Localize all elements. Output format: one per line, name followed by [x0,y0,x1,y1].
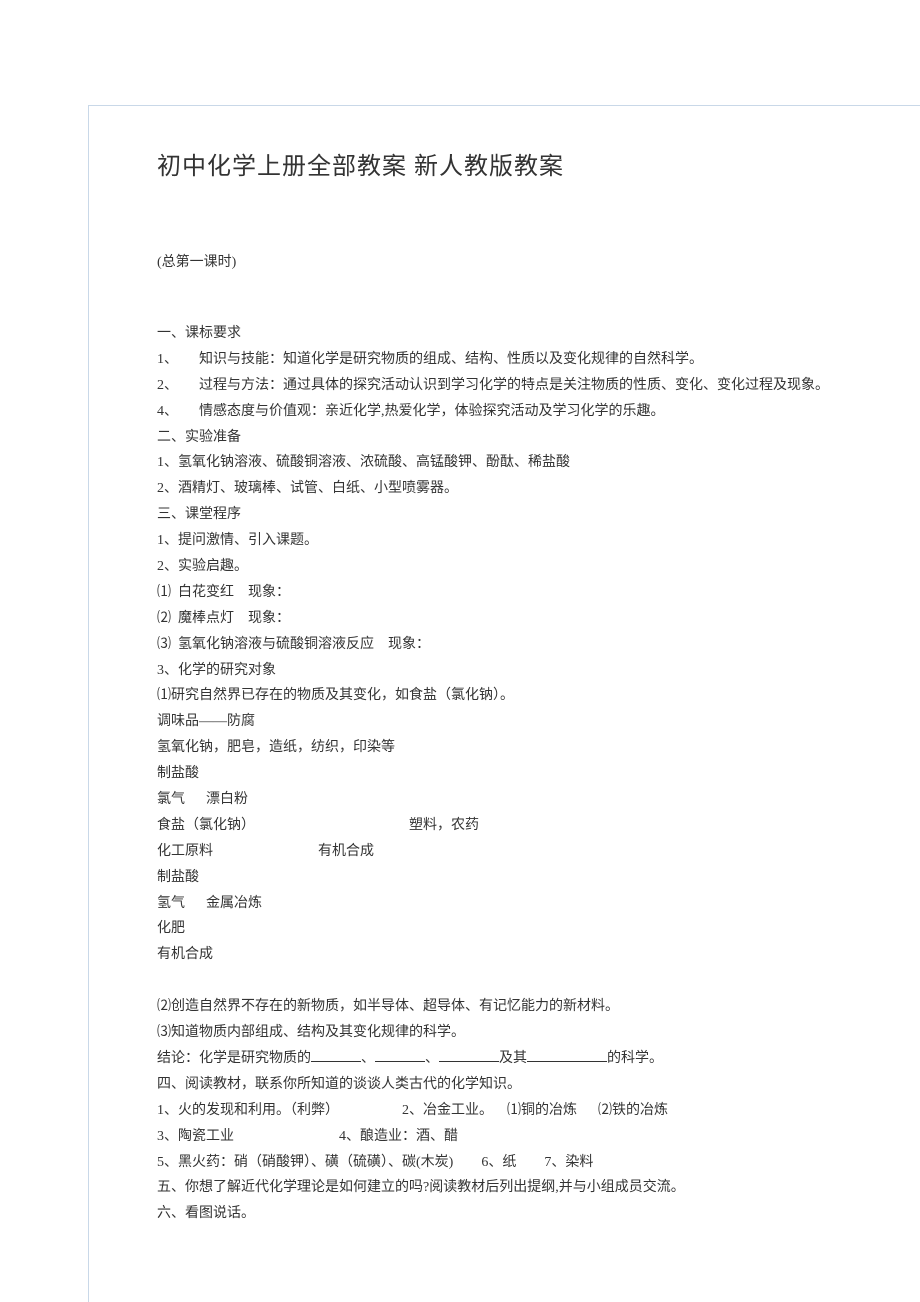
text-segment: 化工原料 [157,844,213,859]
body-line: 1、氢氧化钠溶液、硫酸铜溶液、浓硫酸、高锰酸钾、酚酞、稀盐酸 [157,450,910,476]
text-segment: 塑料，农药 [409,818,479,833]
body-line: 三、课堂程序 [157,502,910,528]
body-line: 2、 过程与方法：通过具体的探究活动认识到学习化学的特点是关注物质的性质、变化、… [157,373,910,399]
page-frame: 初中化学上册全部教案 新人教版教案 (总第一课时) 一、课标要求 1、 知识与技… [88,105,920,1302]
body-line: 1、提问激情、引入课题。 [157,528,910,554]
body-line: 1、火的发现和利用。（利弊） 2、冶金工业。 ⑴铜的冶炼 ⑵铁的冶炼 [157,1098,910,1124]
body-line: 4、 情感态度与价值观：亲近化学,热爱化学，体验探究活动及学习化学的乐趣。 [157,399,910,425]
body-line: ⑴ 白花变红 现象： [157,580,910,606]
fill-blank [375,1048,425,1062]
text-segment: 、 [425,1051,439,1066]
body-line: 3、陶瓷工业 4、酿造业：酒、醋 [157,1124,910,1150]
document-subtitle: (总第一课时) [157,251,910,271]
text-segment: 有机合成 [318,844,374,859]
body-line: 氯气 漂白粉 [157,787,910,813]
body-line [157,968,910,994]
body-line: 5、黑火药：硝（硝酸钾）、磺（硫磺）、碳(木炭) 6、纸 7、染料 [157,1150,910,1176]
body-line: 结论：化学是研究物质的 、 、 及其 的科学。 [157,1046,910,1072]
body-line: 四、阅读教材，联系你所知道的谈谈人类古代的化学知识。 [157,1072,910,1098]
document-body: 一、课标要求 1、 知识与技能：知道化学是研究物质的组成、结构、性质以及变化规律… [157,321,910,1227]
text-segment: 及其 [499,1051,527,1066]
body-line: 2、实验启趣。 [157,554,910,580]
body-line: 3、化学的研究对象 [157,658,910,684]
body-line: ⑶知道物质内部组成、结构及其变化规律的科学。 [157,1020,910,1046]
body-line: 有机合成 [157,942,910,968]
body-line: 二、实验准备 [157,425,910,451]
fill-blank [311,1048,361,1062]
body-line: 一、课标要求 [157,321,910,347]
text-segment: 食盐（氯化钠） [157,818,255,833]
document-title: 初中化学上册全部教案 新人教版教案 [157,146,910,181]
body-line: ⑶ 氢氧化钠溶液与硫酸铜溶液反应 现象： [157,632,910,658]
text-segment: 、 [361,1051,375,1066]
body-line: ⑵ 魔棒点灯 现象： [157,606,910,632]
body-line: 氢氧化钠，肥皂，造纸，纺织，印染等 [157,735,910,761]
body-line: 2、酒精灯、玻璃棒、试管、白纸、小型喷雾器。 [157,476,910,502]
text-segment: 结论：化学是研究物质的 [157,1051,311,1066]
fill-blank [527,1048,607,1062]
body-line: 制盐酸 [157,865,910,891]
body-line: ⑴研究自然界已存在的物质及其变化，如食盐（氯化钠）。 [157,683,910,709]
body-line: 氢气 金属冶炼 [157,891,910,917]
body-line: 制盐酸 [157,761,910,787]
text-segment: 的科学。 [607,1051,663,1066]
body-line: 六、看图说话。 [157,1201,910,1227]
body-line: 五、你想了解近代化学理论是如何建立的吗?阅读教材后列出提纲,并与小组成员交流。 [157,1175,910,1201]
body-line: 1、 知识与技能：知道化学是研究物质的组成、结构、性质以及变化规律的自然科学。 [157,347,910,373]
body-line: ⑵创造自然界不存在的新物质，如半导体、超导体、有记忆能力的新材料。 [157,994,910,1020]
fill-blank [439,1048,499,1062]
body-line: 化肥 [157,916,910,942]
body-line: 食盐（氯化钠） 塑料，农药 [157,813,910,839]
body-line: 调味品——防腐 [157,709,910,735]
body-line: 化工原料 有机合成 [157,839,910,865]
